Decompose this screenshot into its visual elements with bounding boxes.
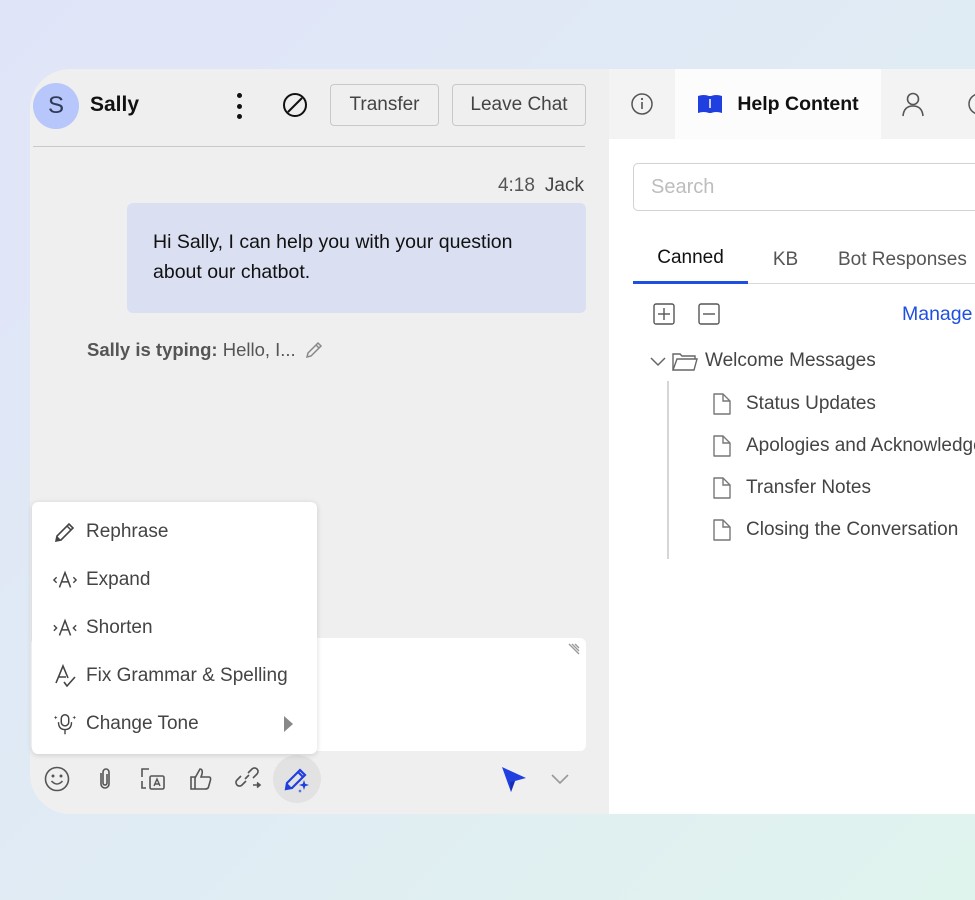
- emoji-icon[interactable]: [33, 755, 81, 803]
- shorten-text-icon: [52, 615, 78, 641]
- search-input[interactable]: [633, 163, 975, 211]
- transfer-button[interactable]: Transfer: [330, 84, 439, 126]
- tree-item-label: Apologies and Acknowledgements: [746, 435, 975, 456]
- book-icon: [698, 95, 723, 113]
- subtab-bot-responses[interactable]: Bot Responses: [838, 235, 975, 284]
- thumbs-up-icon[interactable]: [177, 755, 225, 803]
- collapse-all-icon[interactable]: [697, 302, 721, 326]
- side-panel: Help Content Canned KB Bot Responses Man…: [609, 69, 975, 814]
- chevron-down-icon[interactable]: [649, 352, 667, 370]
- tree-folder-label: Welcome Messages: [705, 350, 876, 371]
- translate-icon[interactable]: [129, 755, 177, 803]
- expand-text-icon: [52, 567, 78, 593]
- message-time: 4:18: [497, 175, 535, 196]
- document-icon: [713, 393, 731, 415]
- ai-assist-icon[interactable]: [273, 755, 321, 803]
- tree-item[interactable]: Apologies and Acknowledgements: [711, 425, 975, 467]
- canned-tree: Welcome Messages Status Updates Apologie…: [649, 341, 975, 559]
- avatar: S: [33, 83, 79, 129]
- pencil-icon: [305, 341, 322, 359]
- menu-item-label: Fix Grammar & Spelling: [86, 665, 288, 686]
- tree-item[interactable]: Transfer Notes: [711, 467, 975, 509]
- block-icon[interactable]: [282, 92, 308, 118]
- side-panel-tabs: Help Content: [609, 69, 975, 139]
- leave-chat-button[interactable]: Leave Chat: [452, 84, 586, 126]
- menu-item-fix-grammar[interactable]: Fix Grammar & Spelling: [32, 652, 317, 700]
- menu-item-label: Expand: [86, 569, 151, 590]
- message-author: Jack: [544, 175, 584, 196]
- tree-item[interactable]: Closing the Conversation: [711, 509, 975, 551]
- chevron-down-icon[interactable]: [548, 767, 572, 791]
- more-icon: [968, 94, 975, 114]
- tab-help-content[interactable]: Help Content: [675, 69, 881, 139]
- send-icon[interactable]: [498, 763, 530, 795]
- tree-folder[interactable]: Welcome Messages: [649, 341, 975, 381]
- composer-toolbar: [30, 755, 590, 803]
- tree-item[interactable]: Status Updates: [711, 383, 975, 425]
- user-icon: [902, 92, 924, 117]
- subtab-kb[interactable]: KB: [758, 235, 813, 284]
- submenu-arrow-icon: [284, 716, 293, 732]
- menu-item-expand[interactable]: Expand: [32, 556, 317, 604]
- document-icon: [713, 477, 731, 499]
- menu-item-change-tone[interactable]: Change Tone: [32, 700, 317, 748]
- document-icon: [713, 435, 731, 457]
- typing-preview: Hello, I...: [222, 339, 296, 360]
- tree-item-label: Closing the Conversation: [746, 519, 959, 540]
- tab-label: Help Content: [737, 92, 859, 115]
- tree-item-label: Transfer Notes: [746, 477, 871, 498]
- ai-assist-menu: Rephrase Expand Shorten Fix Grammar & Sp…: [32, 502, 317, 754]
- menu-item-shorten[interactable]: Shorten: [32, 604, 317, 652]
- help-content-subtabs: Canned KB Bot Responses: [633, 235, 975, 284]
- menu-item-label: Rephrase: [86, 521, 169, 542]
- pencil-icon: [52, 519, 78, 545]
- info-icon: [631, 93, 653, 115]
- contact-name: Sally: [90, 93, 140, 116]
- menu-item-label: Change Tone: [86, 713, 199, 734]
- chat-header: S Sally Transfer Leave Chat: [33, 69, 586, 147]
- subtab-canned[interactable]: Canned: [633, 235, 748, 284]
- typing-indicator: Sally is typing: Hello, I...: [87, 339, 324, 361]
- menu-item-label: Shorten: [86, 617, 153, 638]
- manage-link[interactable]: Manage: [902, 303, 972, 326]
- attachment-icon[interactable]: [81, 755, 129, 803]
- tree-item-label: Status Updates: [746, 393, 876, 414]
- link-transfer-icon[interactable]: [225, 755, 273, 803]
- message-meta: 4:18 Jack: [498, 175, 584, 197]
- message-bubble: Hi Sally, I can help you with your quest…: [127, 203, 586, 313]
- tab-more[interactable]: [959, 69, 975, 139]
- menu-item-rephrase[interactable]: Rephrase: [32, 508, 317, 556]
- more-options-icon[interactable]: [229, 91, 249, 121]
- typing-label: Sally is typing:: [87, 339, 218, 360]
- spellcheck-icon: [52, 663, 78, 689]
- tone-microphone-icon: [52, 711, 78, 737]
- tab-info[interactable]: [609, 69, 675, 139]
- folder-icon: [672, 353, 698, 371]
- tree-children: Status Updates Apologies and Acknowledge…: [667, 381, 975, 559]
- resize-handle-icon[interactable]: [567, 642, 581, 656]
- expand-all-icon[interactable]: [652, 302, 676, 326]
- document-icon: [713, 519, 731, 541]
- tab-user[interactable]: [889, 69, 937, 139]
